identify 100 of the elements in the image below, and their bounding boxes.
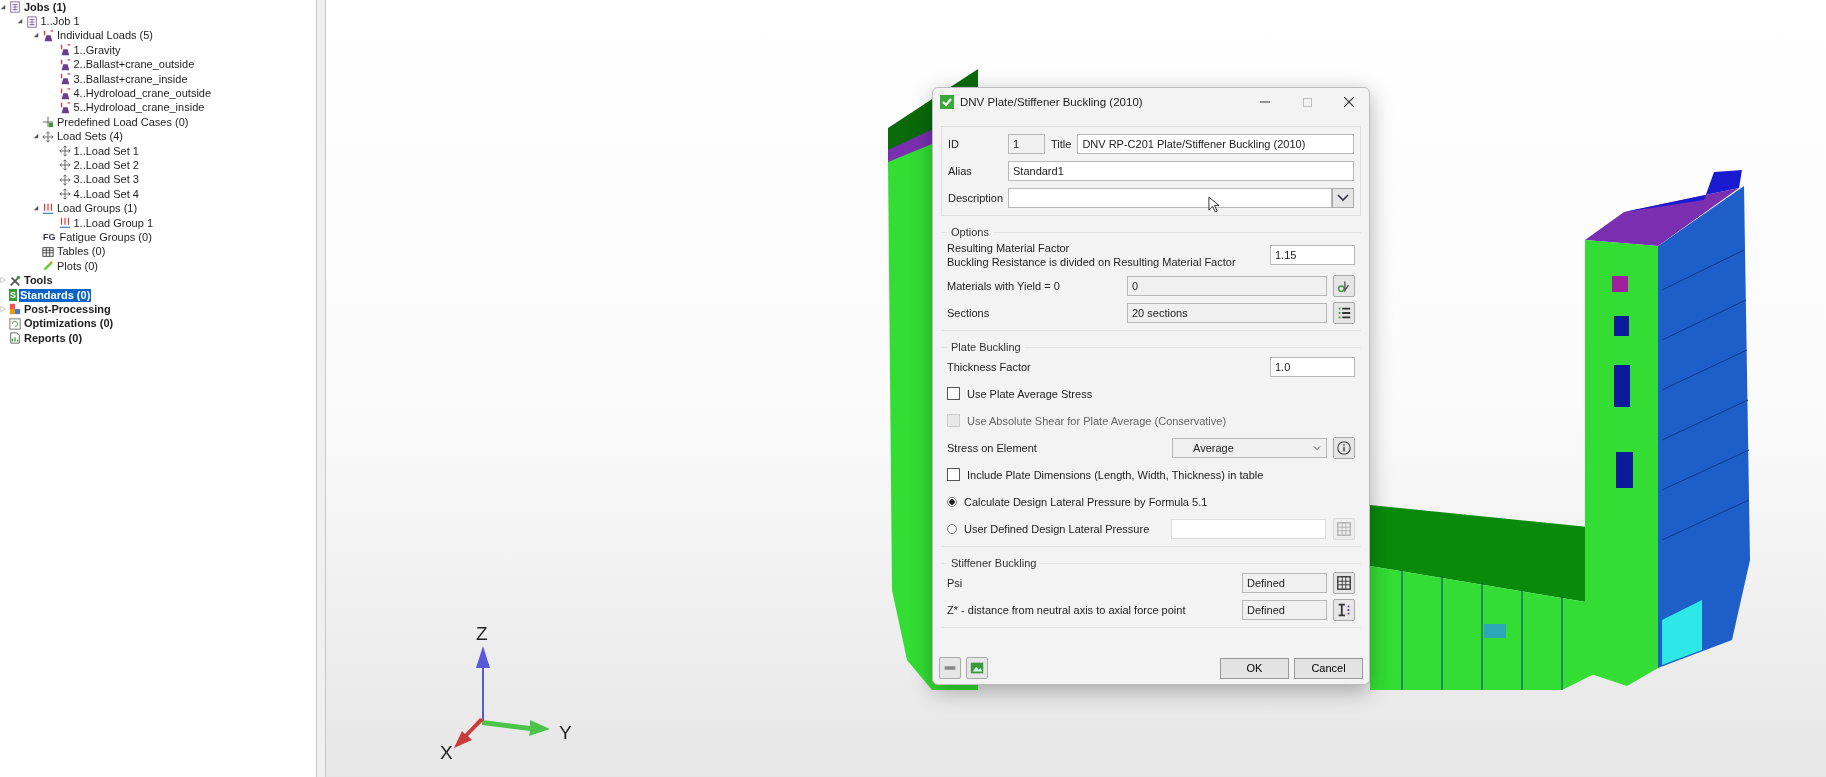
tools-icon bbox=[9, 274, 21, 287]
field-label: Resulting Material Factor bbox=[947, 242, 1071, 254]
cross-arrows-icon bbox=[58, 145, 71, 158]
collapse-toggle[interactable] bbox=[33, 205, 39, 212]
tree-item[interactable]: 1..Load Group 1 bbox=[72, 216, 154, 230]
dialog-button[interactable]: Cancel bbox=[1294, 657, 1363, 679]
report-icon bbox=[9, 332, 21, 345]
cross-arrows-icon bbox=[42, 130, 54, 143]
checkbox[interactable] bbox=[947, 387, 960, 400]
chevron-down-icon bbox=[1313, 443, 1321, 452]
cross-arrows-icon bbox=[58, 188, 71, 201]
dropdown-button[interactable] bbox=[1332, 188, 1354, 208]
input-field[interactable]: 1.0 bbox=[1270, 356, 1355, 377]
field-label: Title bbox=[1051, 138, 1072, 150]
down-arrows-icon bbox=[42, 202, 54, 215]
tree-item[interactable]: Plots (0) bbox=[56, 259, 99, 273]
tree-item[interactable]: 4..Hydroload_crane_outside bbox=[72, 87, 213, 101]
radio-label: Calculate Design Lateral Pressure by Formula 5.1 bbox=[964, 495, 1208, 508]
weight-arrow-icon bbox=[42, 29, 54, 42]
expand-toggle[interactable] bbox=[0, 277, 6, 284]
table-icon bbox=[42, 245, 54, 258]
field-note: Buckling Resistance is divided on Resulting Material Factor bbox=[947, 256, 1237, 268]
input-field[interactable]: 0 bbox=[1127, 275, 1327, 296]
field-label: Sections bbox=[947, 306, 991, 319]
weight-arrow-icon bbox=[58, 101, 71, 114]
field-label: Alias bbox=[948, 165, 973, 177]
axis-label: Z bbox=[476, 623, 488, 644]
id-field[interactable]: 1 bbox=[1008, 134, 1045, 154]
tree-item[interactable]: 1..Gravity bbox=[72, 43, 122, 57]
alias-field[interactable]: Standard1 bbox=[1008, 161, 1354, 181]
maximize-icon bbox=[1302, 97, 1312, 107]
field-label: Description bbox=[948, 192, 1002, 204]
grid-icon bbox=[1336, 520, 1352, 537]
cross-arrows-icon bbox=[42, 116, 54, 129]
tree-item[interactable]: Tables (0) bbox=[56, 245, 107, 259]
tree-item[interactable]: Optimizations (0) bbox=[23, 317, 115, 331]
image-icon bbox=[969, 660, 985, 676]
radio-button[interactable] bbox=[947, 523, 957, 534]
radio-button[interactable] bbox=[947, 496, 957, 507]
title-field[interactable]: DNV RP-C201 Plate/Stiffener Buckling (2010) bbox=[1077, 134, 1354, 154]
field-label: Psi bbox=[947, 576, 964, 589]
tree-item[interactable]: Load Sets (4) bbox=[56, 130, 125, 144]
tree-item[interactable]: Individual Loads (5) bbox=[56, 29, 154, 43]
collapse-toggle[interactable] bbox=[33, 133, 39, 140]
image-button[interactable] bbox=[966, 657, 988, 679]
pencil-icon bbox=[42, 260, 54, 273]
collapse-toggle[interactable] bbox=[16, 18, 23, 25]
tree-item[interactable]: Standards (0) bbox=[19, 288, 92, 302]
info-button[interactable] bbox=[1333, 436, 1355, 459]
field-label: Materials with Yield = 0 bbox=[947, 279, 1061, 292]
beam-button[interactable] bbox=[1333, 598, 1355, 621]
tree-item[interactable]: Jobs (1) bbox=[23, 0, 68, 14]
tree-item[interactable]: Tools bbox=[23, 274, 54, 288]
input-field[interactable] bbox=[1171, 518, 1326, 539]
tree-item[interactable]: 3..Load Set 3 bbox=[72, 173, 140, 187]
tree-item[interactable]: 4..Load Set 4 bbox=[72, 187, 140, 201]
tree-item[interactable]: 1..Job 1 bbox=[39, 15, 81, 29]
input-field[interactable]: Defined bbox=[1242, 572, 1327, 593]
list-button[interactable] bbox=[1333, 301, 1355, 324]
info-icon bbox=[1336, 439, 1352, 456]
input-field[interactable]: 20 sections bbox=[1127, 302, 1327, 323]
tree-item[interactable]: Post-Processing bbox=[23, 302, 112, 316]
checkbox-label: Use Plate Average Stress bbox=[967, 387, 1093, 400]
window-title: DNV Plate/Stiffener Buckling (2010) bbox=[960, 96, 1144, 108]
checkbox[interactable] bbox=[947, 468, 960, 481]
grid-icon bbox=[1336, 574, 1352, 591]
fatigue-group-icon: FG bbox=[42, 231, 57, 244]
down-arrows-icon bbox=[58, 217, 71, 230]
group-heading: Stiffener Buckling bbox=[950, 557, 1038, 569]
tree-item[interactable]: Predefined Load Cases (0) bbox=[56, 115, 190, 129]
field-label: Thickness Factor bbox=[947, 360, 1032, 373]
mouse-pointer-icon bbox=[1208, 196, 1219, 213]
tree-item[interactable]: 3..Ballast+crane_inside bbox=[72, 72, 189, 86]
collapse-toggle[interactable] bbox=[0, 3, 6, 10]
tree-item[interactable]: 1..Load Set 1 bbox=[72, 144, 140, 158]
tree-item[interactable]: Load Groups (1) bbox=[56, 202, 139, 216]
tree-item[interactable]: 2..Ballast+crane_outside bbox=[72, 58, 196, 72]
grid-button[interactable] bbox=[1333, 571, 1355, 594]
checkbox-label: Include Plate Dimensions (Length, Width, Thickness) in table bbox=[967, 468, 1264, 481]
expand-toggle[interactable] bbox=[0, 305, 6, 312]
tree-item[interactable]: 2..Load Set 2 bbox=[72, 159, 140, 172]
tree-item[interactable]: Fatigue Groups (0) bbox=[58, 230, 153, 244]
chevron-down-icon bbox=[1337, 194, 1349, 202]
input-field[interactable]: 1.15 bbox=[1270, 245, 1355, 265]
collapse-toggle[interactable] bbox=[33, 32, 39, 39]
group-heading: Options bbox=[950, 226, 990, 238]
check-icon bbox=[940, 95, 954, 109]
dropdown[interactable]: Average bbox=[1172, 437, 1327, 458]
tree-item[interactable]: Reports (0) bbox=[23, 331, 84, 345]
dialog-button[interactable]: OK bbox=[1220, 657, 1289, 679]
description-field[interactable] bbox=[1008, 188, 1332, 208]
input-field[interactable]: Defined bbox=[1242, 599, 1327, 620]
group-heading: Plate Buckling bbox=[950, 341, 1022, 353]
panel-button[interactable] bbox=[939, 657, 961, 679]
grid-calculator-icon bbox=[25, 15, 38, 28]
weight-arrow-icon bbox=[58, 87, 71, 100]
beam-icon bbox=[1336, 601, 1352, 618]
tree-item[interactable]: 5..Hydroload_crane_inside bbox=[72, 101, 206, 115]
materials-button[interactable] bbox=[1333, 274, 1355, 297]
cycle-icon bbox=[9, 317, 21, 330]
